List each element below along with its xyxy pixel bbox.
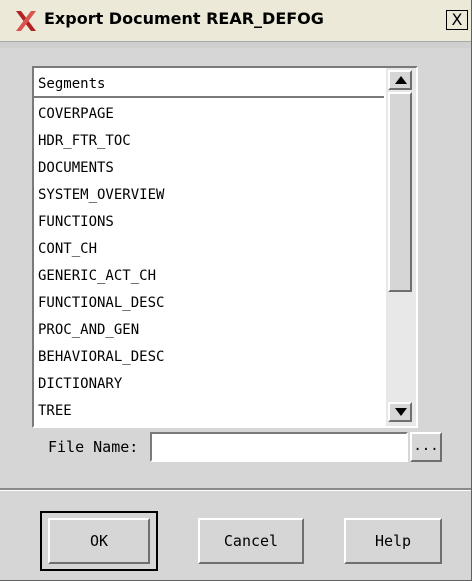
list-item[interactable]: TREE (38, 398, 164, 425)
header-divider (34, 96, 384, 98)
browse-button[interactable]: ... (410, 432, 442, 462)
scroll-thumb[interactable] (388, 92, 412, 292)
arrow-up-icon (395, 76, 407, 84)
list-item[interactable]: CONT_CH (38, 236, 164, 263)
list-item[interactable]: BEHAVIORAL_DESC (38, 344, 164, 371)
list-item[interactable]: SYSTEM_OVERVIEW (38, 182, 164, 209)
list-item[interactable]: FUNCTIONAL_DESC (38, 290, 164, 317)
list-item[interactable]: PROC_AND_GEN (38, 317, 164, 344)
list-item[interactable]: HDR_FTR_TOC (38, 128, 164, 155)
button-divider (0, 488, 471, 491)
list-item[interactable]: COVERPAGE (38, 101, 164, 128)
export-document-dialog: Export Document REAR_DEFOG X Segments CO… (0, 0, 472, 581)
scroll-up-button[interactable] (388, 70, 412, 90)
file-name-input[interactable] (150, 432, 408, 462)
list-item[interactable]: FUNCTIONS (38, 209, 164, 236)
list-item[interactable]: DOCUMENTS (38, 155, 164, 182)
segments-header: Segments (38, 76, 106, 92)
segments-list[interactable]: Segments COVERPAGE HDR_FTR_TOC DOCUMENTS… (34, 68, 384, 426)
list-item[interactable]: DICTIONARY (38, 371, 164, 398)
window-title: Export Document REAR_DEFOG (44, 9, 324, 28)
x-logo-icon (16, 11, 36, 31)
help-button[interactable]: Help (344, 518, 442, 564)
title-separator (0, 42, 471, 48)
segments-items: COVERPAGE HDR_FTR_TOC DOCUMENTS SYSTEM_O… (38, 101, 164, 425)
list-item[interactable]: GENERIC_ACT_CH (38, 263, 164, 290)
segments-list-frame: Segments COVERPAGE HDR_FTR_TOC DOCUMENTS… (32, 66, 418, 428)
vertical-scrollbar[interactable] (386, 68, 416, 426)
cancel-button[interactable]: Cancel (198, 518, 304, 564)
arrow-down-icon (395, 408, 407, 416)
close-button[interactable]: X (446, 10, 468, 30)
ok-button[interactable]: OK (48, 518, 150, 564)
file-name-label: File Name: (48, 438, 139, 456)
title-bar[interactable]: Export Document REAR_DEFOG X (0, 0, 471, 42)
scroll-down-button[interactable] (388, 402, 412, 422)
